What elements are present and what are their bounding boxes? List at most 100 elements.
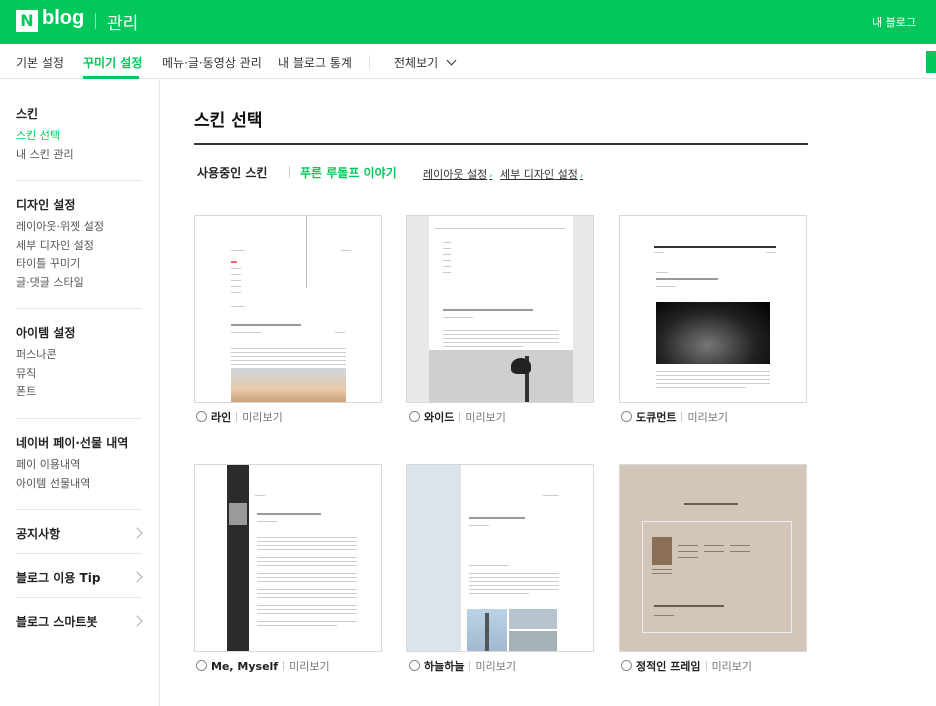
radio-button[interactable] [196,411,207,422]
sidebar-link-notice[interactable]: 공지사항 [16,525,60,542]
radio-button[interactable] [621,660,632,671]
sidebar-divider [16,418,142,419]
current-skin-name: 푸른 루돌프 이야기 [300,166,397,180]
radio-button[interactable] [621,411,632,422]
tab-divider [369,55,370,69]
thumb-line [469,565,509,566]
right-edge-button[interactable] [926,51,936,73]
label-divider [705,661,707,671]
detail-design-link[interactable]: 세부 디자인 설정 › [500,166,583,182]
thumb-headline [257,513,321,515]
chevron-right-icon [131,571,143,583]
sidebar-item-font[interactable]: 폰트 [16,383,36,399]
sidebar-item-title-decorate[interactable]: 타이틀 꾸미기 [16,255,80,271]
skin-name: 하늘하늘 [424,660,465,673]
naver-n-logo[interactable]: N [16,10,38,32]
skin-option-wide[interactable]: 와이드 미리보기 [409,409,506,425]
thumb-side-band [407,216,429,402]
sidebar-item-skin-select[interactable]: 스킨 선택 [16,127,60,143]
preview-link[interactable]: 미리보기 [465,411,505,424]
blog-logo[interactable]: blog [42,7,84,30]
sidebar-item-detail-design[interactable]: 세부 디자인 설정 [16,237,94,253]
sidebar-title-design: 디자인 설정 [16,198,76,212]
thumb-dark-sidebar [227,465,249,651]
thumb-line [257,593,357,594]
thumb-headline [231,324,301,326]
thumb-line [443,266,451,267]
thumb-line [231,306,245,307]
sidebar-link-tip[interactable]: 블로그 이용 Tip [16,569,100,586]
skin-thumbnail-sky[interactable] [406,464,594,652]
thumb-line [656,379,770,380]
skin-option-document[interactable]: 도큐먼트 미리보기 [621,409,728,425]
radio-button[interactable] [409,411,420,422]
skin-thumbnail-wide[interactable] [406,215,594,403]
using-divider [289,166,290,178]
label-divider [283,661,285,671]
tab-view-all[interactable]: 전체보기 [394,54,457,71]
thumb-line [257,561,357,562]
thumb-lamp-photo [429,350,573,402]
skin-thumbnail-line[interactable] [194,215,382,403]
thumb-line [231,274,241,275]
skin-option-line[interactable]: 라인 미리보기 [196,409,283,425]
thumb-line [257,609,357,610]
tab-menu-post-video[interactable]: 메뉴·글·동영상 관리 [162,54,262,71]
tab-blog-stats[interactable]: 내 블로그 통계 [278,54,352,71]
thumb-line [443,242,451,243]
sidebar-item-personacon[interactable]: 퍼스나콘 [16,346,56,362]
thumb-city-photo [509,631,557,651]
thumb-line [257,549,357,550]
manage-title[interactable]: 관리 [107,9,138,34]
logo-divider [95,13,96,29]
sidebar-item-pay-history[interactable]: 페이 이용내역 [16,456,80,472]
sidebar-link-smartbot[interactable]: 블로그 스마트봇 [16,613,97,630]
thumb-city-photo [509,609,557,629]
skin-option-me-myself[interactable]: Me, Myself 미리보기 [196,658,330,674]
thumb-headline [469,517,525,519]
settings-tab-bar: 기본 설정 꾸미기 설정 메뉴·글·동영상 관리 내 블로그 통계 전체보기 [0,44,936,79]
thumb-line [704,551,724,552]
radio-button[interactable] [196,660,207,671]
layout-settings-link[interactable]: 레이아웃 설정 › [423,166,492,182]
skin-thumbnail-document[interactable] [619,215,807,403]
thumb-line [443,342,559,343]
tab-basic-settings[interactable]: 기본 설정 [16,54,64,71]
skin-option-static-frame[interactable]: 정적인 프레임 미리보기 [621,658,752,674]
thumb-line [656,375,770,376]
thumb-line [443,272,451,273]
sidebar-item-post-style[interactable]: 글·댓글 스타일 [16,274,84,290]
thumb-accent [231,261,237,263]
skin-thumbnail-me-myself[interactable] [194,464,382,652]
thumb-line [257,597,357,598]
preview-link[interactable]: 미리보기 [687,411,727,424]
my-blog-link[interactable]: 내 블로그 [872,14,916,30]
preview-link[interactable]: 미리보기 [475,660,515,673]
thumb-lamp-shade [511,358,531,374]
thumb-line [656,387,746,388]
thumb-line [231,348,346,349]
skin-name: 도큐먼트 [636,411,677,424]
sidebar-divider [16,509,142,510]
sidebar-item-music[interactable]: 뮤직 [16,365,36,381]
thumb-line [656,371,770,372]
sidebar-item-layout-widget[interactable]: 레이아웃·위젯 설정 [16,218,104,234]
radio-button[interactable] [409,660,420,671]
thumb-headline [684,503,738,505]
sidebar-divider [16,180,142,181]
thumb-line [231,292,241,293]
skin-thumbnail-static-frame[interactable] [619,464,807,652]
tab-decorate-settings[interactable]: 꾸미기 설정 [83,54,142,71]
thumb-line [257,625,337,626]
thumb-headline [443,309,533,311]
sidebar-item-gift-history[interactable]: 아이템 선물내역 [16,475,90,491]
skin-option-sky[interactable]: 하늘하늘 미리보기 [409,658,516,674]
preview-link[interactable]: 미리보기 [289,660,329,673]
preview-link[interactable]: 미리보기 [712,660,752,673]
thumb-line [730,551,750,552]
thumb-line [257,565,357,566]
thumb-line [652,573,672,574]
preview-link[interactable]: 미리보기 [242,411,282,424]
thumb-top-rule [654,246,776,248]
sidebar-item-my-skin[interactable]: 내 스킨 관리 [16,146,74,162]
